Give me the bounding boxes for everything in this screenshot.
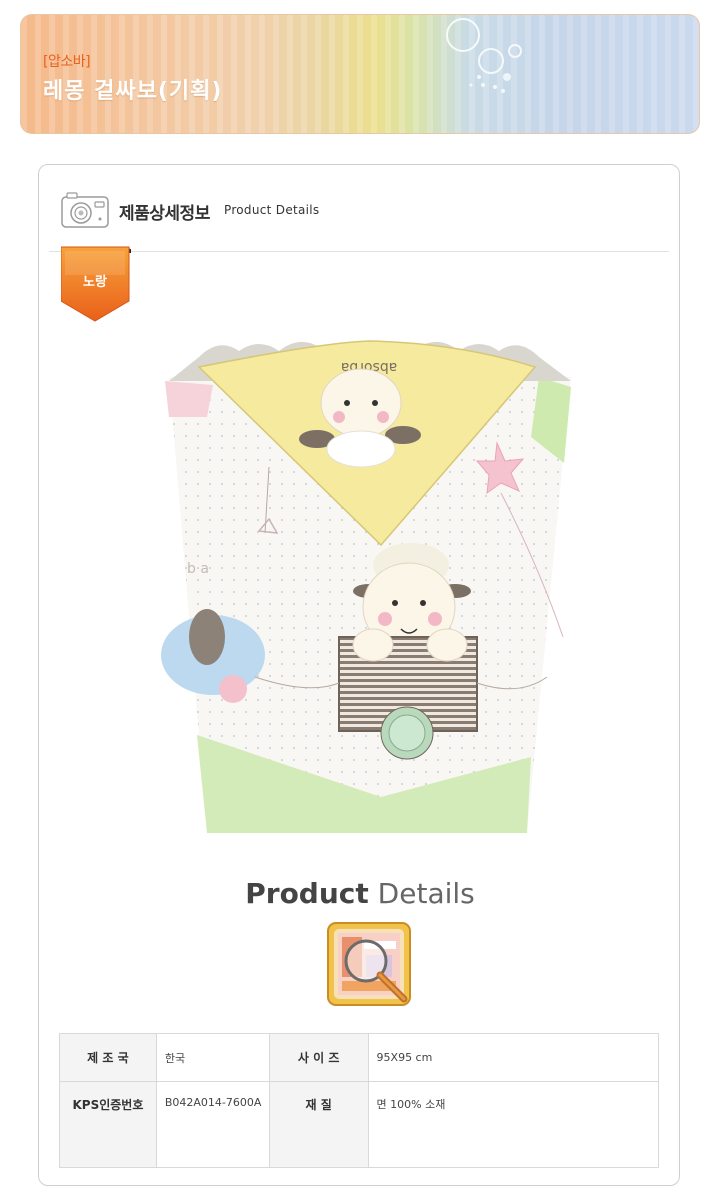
table-row: KPS인증번호 B042A014-7600A 재 질 면 100% 소재	[59, 1081, 660, 1168]
section-title: 제품상세정보	[119, 204, 210, 224]
country-value: 한국	[155, 1033, 270, 1082]
color-tag-label: 노랑	[83, 275, 107, 290]
section-header: 제품상세정보 Product Details	[61, 191, 661, 231]
magnifier-zoom-icon[interactable]	[326, 921, 412, 1007]
material-value: 면 100% 소재	[367, 1081, 660, 1168]
table-row: 제 조 국 한국 사 이 즈 95X95 cm	[59, 1033, 660, 1082]
size-value: 95X95 cm	[367, 1033, 660, 1082]
product-details-heading: Product Details	[39, 877, 681, 910]
bubbles-decoration	[446, 18, 522, 93]
section-divider	[49, 251, 669, 252]
kps-label: KPS인증번호	[59, 1081, 157, 1168]
brand-subtitle: [압소바]	[43, 54, 91, 70]
product-detail-card: 제품상세정보 Product Details 노랑 absorba b a Pr…	[38, 164, 680, 1186]
fabric-letters: b a	[187, 561, 209, 577]
heading-strong: Product	[245, 877, 369, 910]
header-banner: [압소바] 레몽 겉싸보(기획)	[20, 14, 700, 134]
material-label: 재 질	[268, 1081, 369, 1168]
camera-icon	[61, 192, 109, 228]
product-title: 레몽 겉싸보(기획)	[43, 79, 223, 104]
size-label: 사 이 즈	[268, 1033, 369, 1082]
country-label: 제 조 국	[59, 1033, 157, 1082]
spec-table: 제 조 국 한국 사 이 즈 95X95 cm KPS인증번호 B042A014…	[59, 1033, 660, 1168]
product-image[interactable]: absorba b a	[159, 337, 579, 833]
heading-light: Details	[377, 877, 475, 910]
section-subtitle: Product Details	[224, 203, 320, 217]
kps-value: B042A014-7600A	[155, 1081, 270, 1168]
